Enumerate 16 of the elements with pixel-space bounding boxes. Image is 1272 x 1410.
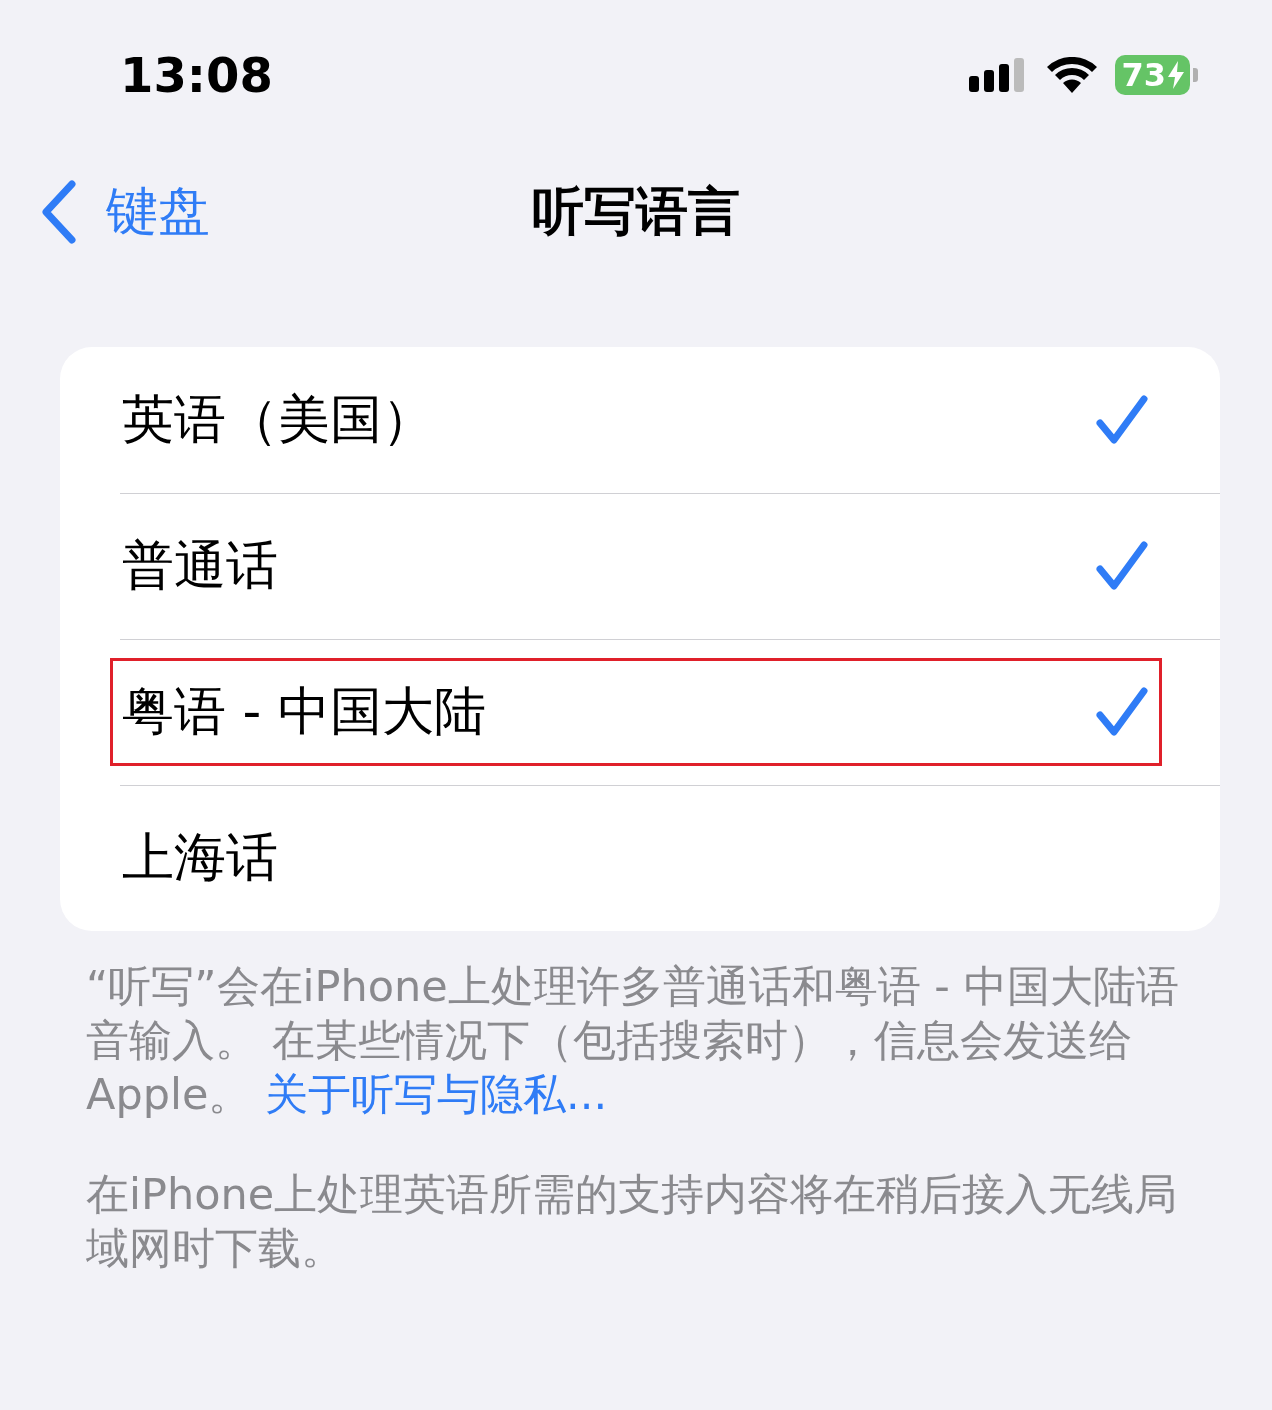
checkmark-icon [1096, 541, 1148, 591]
language-option[interactable]: 粤语 - 中国大陆 [60, 639, 1220, 785]
battery-indicator: 73 [1115, 55, 1198, 95]
language-option[interactable]: 英语（美国） [60, 347, 1220, 493]
footer-note: 在iPhone上处理英语所需的支持内容将在稍后接入无线局域网时下载。 [86, 1168, 1179, 1275]
language-option[interactable]: 普通话 [60, 493, 1220, 639]
privacy-link[interactable]: 关于听写与隐私... [265, 1069, 608, 1119]
page-title: 听写语言 [532, 180, 740, 243]
footer-note: “听写”会在iPhone上处理许多普通话和粤语 - 中国大陆语音输入。 在某些情况下（包括搜索时），信息会发送给 Apple。 关于听写与隐私... [86, 960, 1180, 1121]
language-option[interactable]: 上海话 [60, 785, 1220, 931]
clock: 13:08 [120, 47, 273, 103]
checkmark-icon [1096, 395, 1148, 445]
checkmark-icon [1096, 687, 1148, 737]
wifi-icon [1047, 57, 1098, 93]
chevron-left-icon [40, 180, 78, 244]
back-button[interactable]: 键盘 [40, 177, 210, 247]
